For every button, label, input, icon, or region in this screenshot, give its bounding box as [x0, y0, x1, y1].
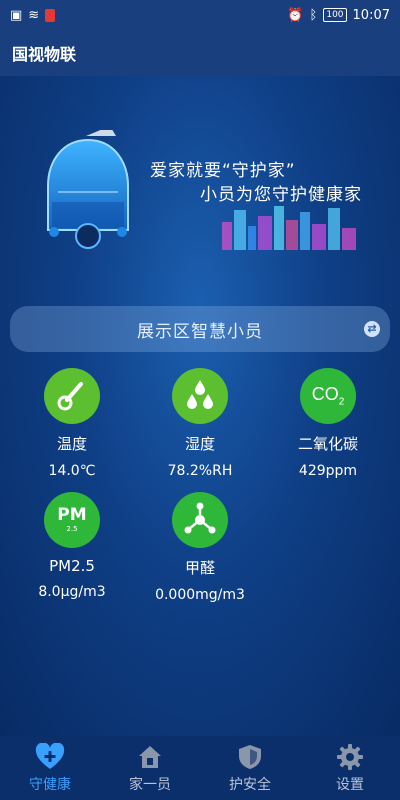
heart-plus-icon	[35, 742, 65, 772]
tab-label: 护安全	[229, 777, 271, 793]
sensor-value: 8.0μg/m3	[38, 584, 106, 600]
tab-settings[interactable]: 设置	[300, 736, 400, 800]
zone-selector[interactable]: 展示区智慧小员 ⇄	[10, 306, 390, 352]
wifi-icon: ≋	[28, 7, 40, 23]
hero-slogan-line1: 爱家就要“守护家”	[150, 161, 296, 181]
tab-family[interactable]: 家一员	[100, 736, 200, 800]
switch-zone-icon[interactable]: ⇄	[364, 321, 380, 337]
sensor-pm25[interactable]: PM 2.5 PM2.5 8.0μg/m3	[12, 492, 132, 600]
shield-icon	[237, 742, 263, 772]
sensor-label: 甲醛	[184, 559, 215, 577]
pm25-icon: PM 2.5	[44, 492, 100, 548]
main-content: 爱家就要“守护家” 小员为您守护健康家 展示区智慧小员 ⇄ 温度 14.0℃ 湿…	[0, 76, 400, 736]
gear-icon	[336, 742, 364, 772]
sensor-label: 湿度	[184, 435, 215, 453]
tab-label: 设置	[336, 777, 364, 793]
robot-icon	[47, 130, 129, 249]
sensor-co2[interactable]: CO2 二氧化碳 429ppm	[268, 368, 388, 479]
tab-security[interactable]: 护安全	[200, 736, 300, 800]
city-skyline-icon	[222, 206, 356, 250]
sensor-humidity[interactable]: 湿度 78.2%RH	[140, 368, 260, 479]
bottom-tab-bar: 守健康 家一员 护安全 设置	[0, 736, 400, 800]
tab-label: 家一员	[129, 777, 171, 793]
tab-label: 守健康	[29, 777, 71, 793]
sensor-label: PM2.5	[49, 557, 95, 575]
notification-icon: ▣	[10, 7, 23, 23]
battery-icon: 100	[323, 8, 347, 22]
hero-banner: 爱家就要“守护家” 小员为您守护健康家	[0, 126, 400, 266]
co2-icon-text: CO	[311, 384, 339, 405]
zone-title: 展示区智慧小员	[137, 321, 263, 342]
recording-icon	[45, 8, 56, 22]
co2-icon-sub: 2	[338, 396, 345, 408]
co2-icon: CO2	[300, 368, 356, 424]
sensor-value: 78.2%RH	[167, 463, 233, 479]
thermometer-icon	[44, 368, 100, 424]
sensor-value: 0.000mg/m3	[155, 587, 245, 603]
sensor-value: 429ppm	[298, 463, 358, 479]
status-bar: ▣ ≋ ⏰ ᛒ 100 10:07	[0, 0, 400, 30]
sensor-temperature[interactable]: 温度 14.0℃	[12, 368, 132, 479]
alarm-icon: ⏰	[287, 7, 304, 23]
app-title-bar: 国视物联	[0, 30, 400, 76]
sensor-formaldehyde[interactable]: 甲醛 0.000mg/m3	[140, 492, 260, 603]
molecule-icon	[172, 492, 228, 548]
app-title: 国视物联	[12, 45, 77, 64]
tab-health[interactable]: 守健康	[0, 736, 100, 800]
status-time: 10:07	[352, 7, 390, 23]
pm-icon-sub: 2.5	[66, 525, 78, 533]
home-icon	[136, 742, 164, 772]
sensor-value: 14.0℃	[48, 463, 96, 479]
bluetooth-icon: ᛒ	[309, 7, 318, 23]
pm-icon-text: PM	[57, 505, 87, 525]
sensor-label: 二氧化碳	[297, 435, 358, 453]
sensor-label: 温度	[56, 435, 87, 453]
water-drops-icon	[172, 368, 228, 424]
